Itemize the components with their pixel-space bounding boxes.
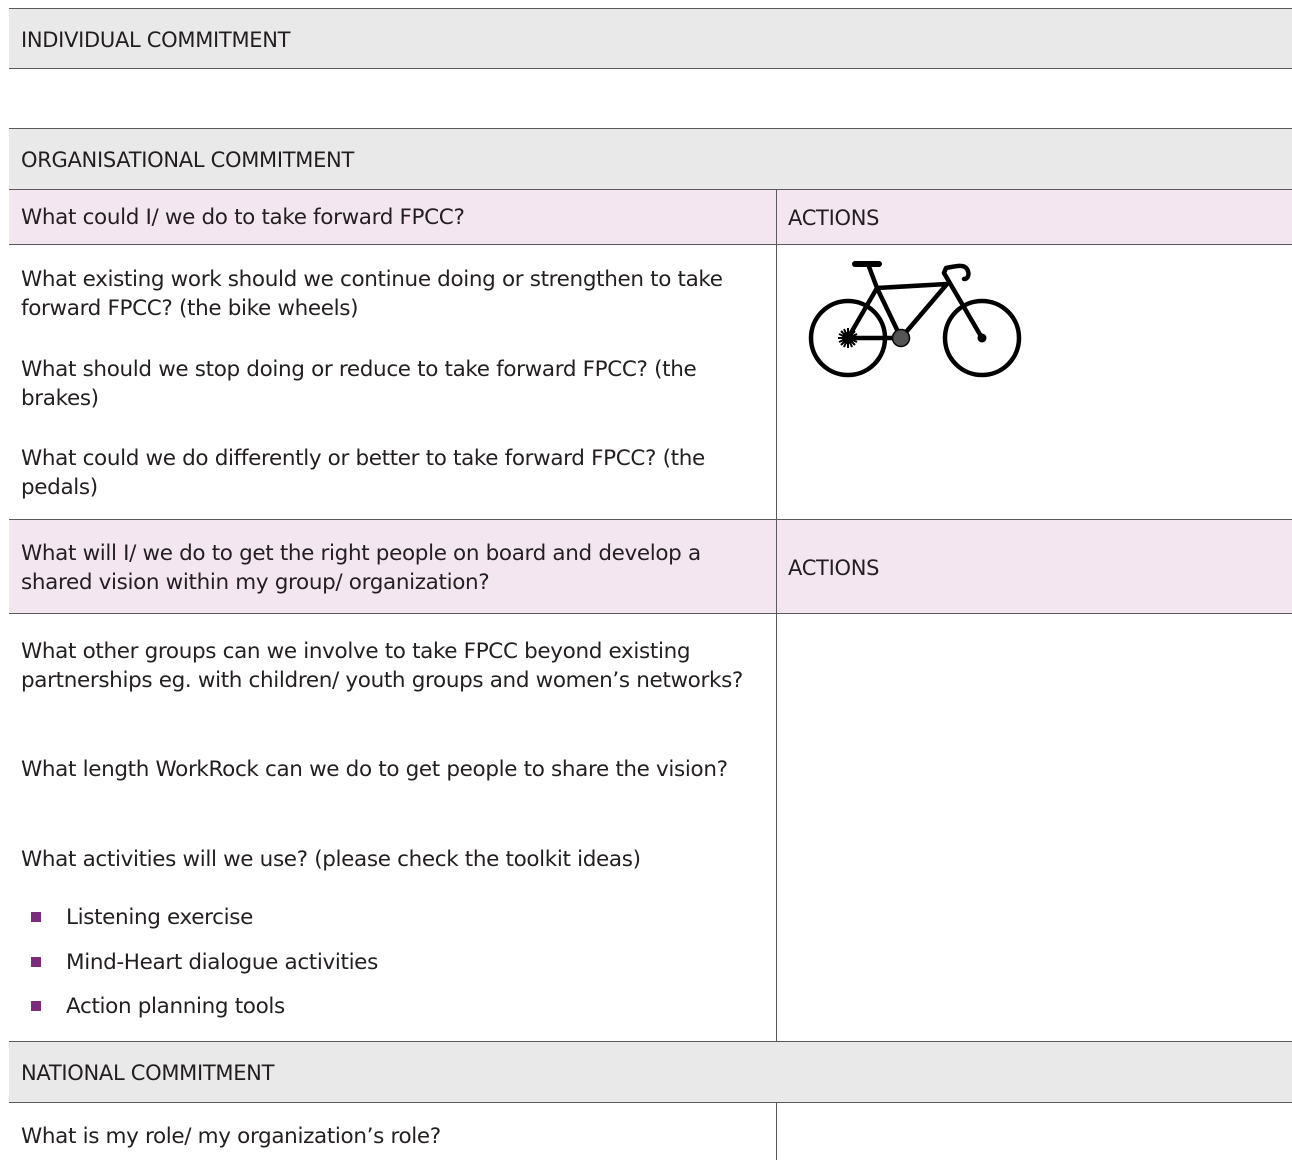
bicycle-icon <box>808 261 1022 378</box>
question-activities: What activities will we use? (please che… <box>21 847 641 872</box>
bullet-item: Mind-Heart dialogue activities <box>66 950 378 975</box>
bullet-item: Listening exercise <box>66 905 253 930</box>
rule <box>9 8 1292 9</box>
organisational-commitment-title: ORGANISATIONAL COMMITMENT <box>21 148 354 172</box>
column-divider <box>776 189 777 1041</box>
question-share-vision: What length WorkRock can we do to get pe… <box>21 757 728 782</box>
rule <box>9 128 1292 129</box>
rule <box>9 613 1292 614</box>
question-pedals: What could we do differently or better t… <box>21 446 705 500</box>
actions-header: ACTIONS <box>788 206 880 230</box>
individual-commitment-title: INDIVIDUAL COMMITMENT <box>21 28 291 52</box>
bullet-item: Action planning tools <box>66 994 285 1019</box>
bullet-marker <box>31 957 41 967</box>
bullet-marker <box>31 912 41 922</box>
question-other-groups: What other groups can we involve to take… <box>21 639 743 693</box>
rule <box>9 1102 1292 1103</box>
question-header: What will I/ we do to get the right peop… <box>21 541 701 595</box>
rule <box>9 68 1292 69</box>
bullet-marker <box>31 1001 41 1011</box>
question-wheels: What existing work should we continue do… <box>21 267 723 321</box>
question-header: What could I/ we do to take forward FPCC… <box>21 205 465 230</box>
national-commitment-title: NATIONAL COMMITMENT <box>21 1061 275 1085</box>
column-divider <box>776 1102 777 1160</box>
rule <box>9 244 1292 245</box>
actions-header: ACTIONS <box>788 556 880 580</box>
question-role: What is my role/ my organization’s role? <box>21 1124 441 1149</box>
question-brakes: What should we stop doing or reduce to t… <box>21 357 697 411</box>
